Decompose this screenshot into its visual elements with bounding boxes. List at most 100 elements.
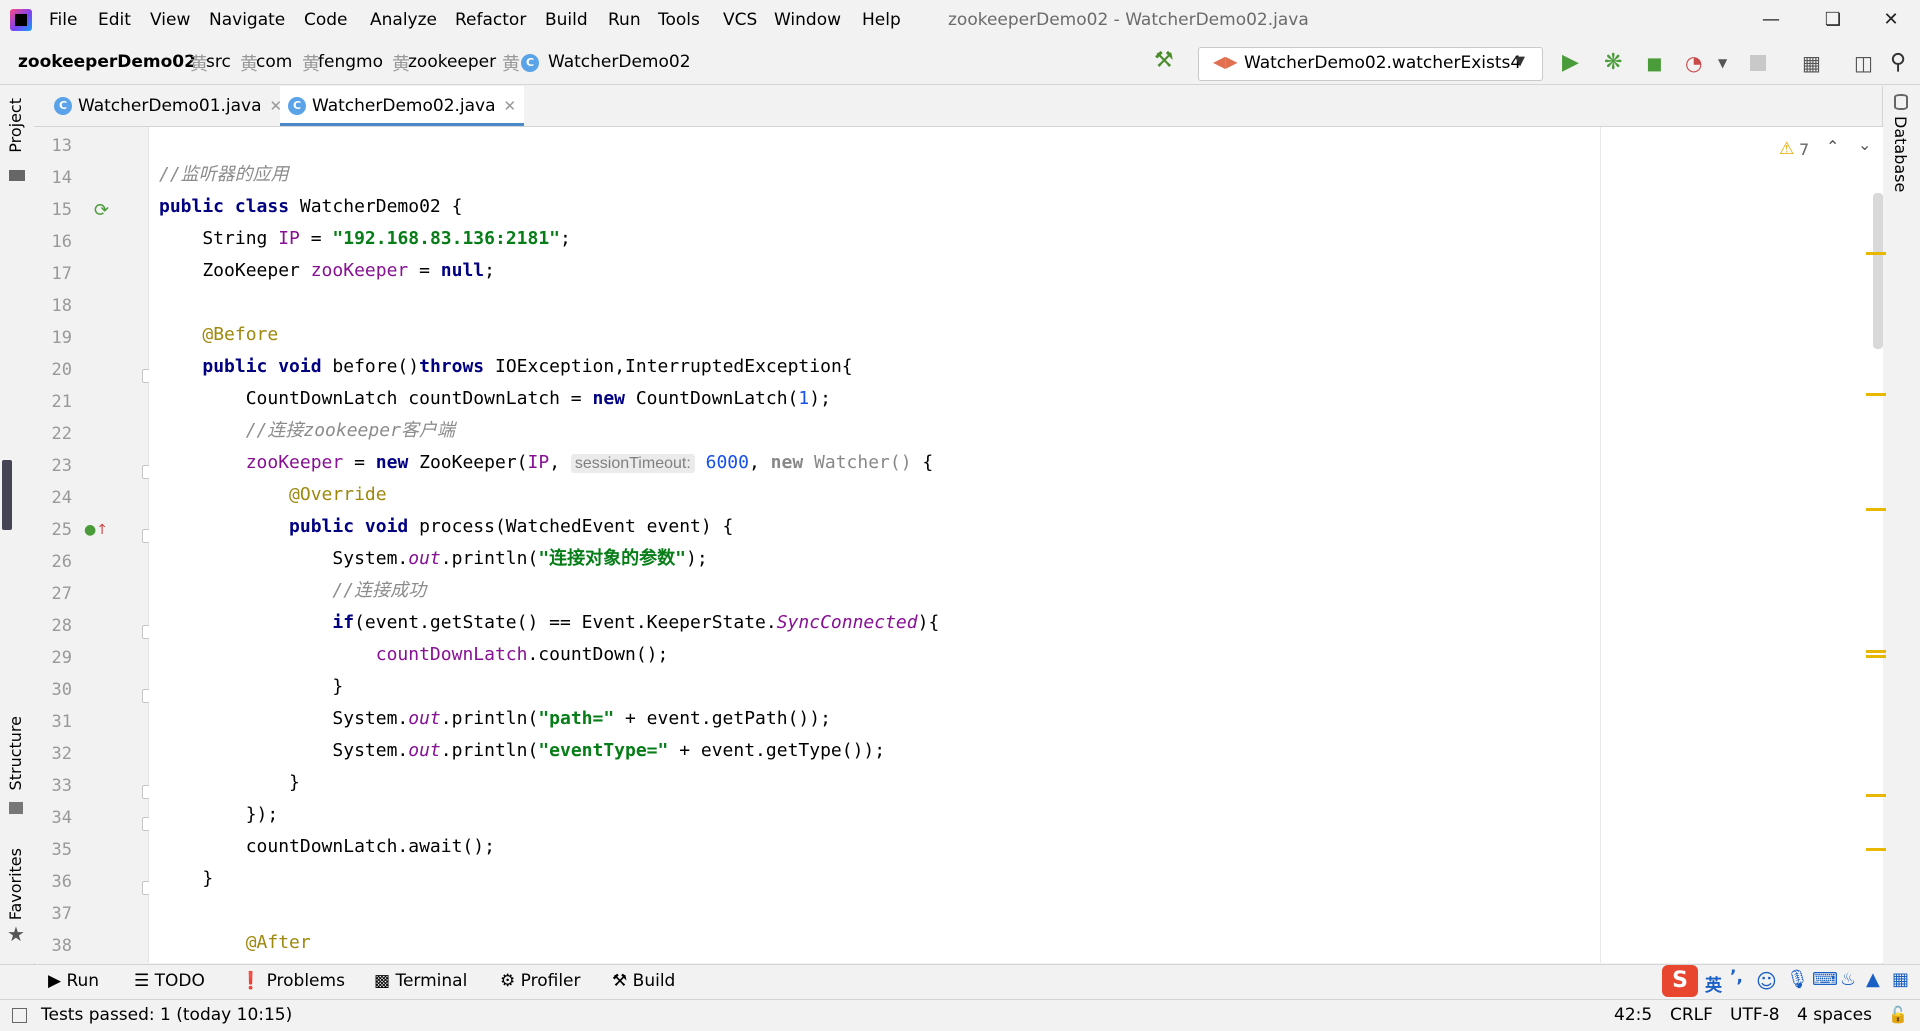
ime-keyboard-icon[interactable]: ⌨: [1812, 969, 1838, 990]
ime-menu-icon[interactable]: ▦: [1892, 969, 1909, 990]
breadcrumb-class[interactable]: WatcherDemo02: [548, 52, 691, 72]
menu-edit[interactable]: Edit: [98, 10, 131, 30]
debug-icon[interactable]: ❋: [1604, 52, 1626, 74]
menu-refactor[interactable]: Refactor: [455, 10, 526, 30]
warning-icon[interactable]: ⚠: [1779, 139, 1794, 159]
caret-position[interactable]: 42:5: [1614, 1005, 1652, 1025]
line-number: 21: [51, 392, 72, 412]
static-field: SyncConnected: [776, 612, 918, 633]
string-literal: "192.168.83.136:2181": [332, 228, 560, 249]
profile-icon[interactable]: ◔: [1685, 52, 1707, 74]
menu-file[interactable]: File: [49, 10, 77, 30]
tool-problems[interactable]: ❗ Problems: [240, 971, 345, 991]
ime-shirt-icon[interactable]: ▲: [1866, 969, 1880, 990]
tool-todo[interactable]: ☰ TODO: [134, 971, 205, 991]
file-encoding[interactable]: UTF-8: [1730, 1005, 1780, 1025]
menu-view[interactable]: View: [150, 10, 190, 30]
ime-voice-icon[interactable]: 🎙: [1786, 969, 1809, 990]
ime-language[interactable]: 英: [1705, 971, 1722, 996]
tab-watcherdemo01[interactable]: C WatcherDemo01.java ✕: [46, 86, 290, 126]
scroll-handle[interactable]: [2, 460, 12, 530]
field: IP: [278, 228, 300, 249]
breadcrumb-src[interactable]: src: [206, 52, 231, 72]
menu-help[interactable]: Help: [862, 10, 901, 30]
tool-structure[interactable]: Structure: [6, 716, 25, 790]
static-field: out: [408, 548, 441, 569]
status-panel-icon[interactable]: [12, 1008, 27, 1023]
line-number: 24: [51, 488, 72, 508]
line-number-gutter: 13 14 15 16 17 18 19 20 21 22 23 24 25 2…: [34, 127, 156, 963]
code-line: }: [159, 676, 344, 697]
restore-icon[interactable]: ❏: [1810, 4, 1856, 36]
class-icon: C: [54, 97, 72, 115]
code-line: ZooKeeper zooKeeper = null;: [159, 260, 495, 281]
warning-count[interactable]: 7: [1799, 140, 1809, 159]
code-line: }: [159, 772, 300, 793]
warning-marker[interactable]: [1866, 252, 1886, 255]
breadcrumb-com[interactable]: com: [256, 52, 292, 72]
warning-marker[interactable]: [1866, 848, 1886, 851]
coverage-icon[interactable]: ◼: [1646, 52, 1668, 74]
breadcrumb-zookeeper[interactable]: zookeeper: [408, 52, 496, 72]
code-line: public void process(WatchedEvent event) …: [289, 516, 734, 537]
tool-project[interactable]: Project: [6, 98, 25, 153]
code-line: @Before: [159, 319, 278, 351]
menu-navigate[interactable]: Navigate: [209, 10, 285, 30]
ime-punctuation-icon[interactable]: ’,: [1730, 967, 1743, 987]
override-gutter-icon[interactable]: ●↑: [84, 522, 108, 538]
warning-marker[interactable]: [1866, 650, 1886, 653]
run-configuration-select[interactable]: ◀▶ WatcherDemo02.watcherExists4 ▼: [1198, 47, 1543, 81]
warning-marker[interactable]: [1866, 508, 1886, 511]
next-highlight-icon[interactable]: ⌄: [1858, 135, 1871, 154]
annotation: @Override: [289, 484, 387, 505]
line-number: 18: [51, 296, 72, 316]
chevron-down-icon[interactable]: ▼: [1718, 52, 1740, 74]
run-icon[interactable]: ▶: [1562, 52, 1584, 74]
tool-favorites[interactable]: Favorites: [6, 848, 25, 920]
code-line: countDownLatch.countDown();: [375, 644, 669, 665]
stop-icon[interactable]: [1750, 55, 1766, 71]
warning-marker[interactable]: [1866, 794, 1886, 797]
previous-highlight-icon[interactable]: ⌃: [1826, 137, 1839, 156]
menu-code[interactable]: Code: [304, 10, 348, 30]
menu-tools[interactable]: Tools: [658, 10, 700, 30]
breadcrumb-project[interactable]: zookeeperDemo02: [18, 52, 196, 72]
build-hammer-icon[interactable]: ⚒: [1154, 48, 1174, 73]
terminal-window-icon[interactable]: ◫: [1854, 52, 1876, 74]
menu-run[interactable]: Run: [608, 10, 641, 30]
tool-build[interactable]: ⚒ Build: [612, 971, 675, 991]
ime-skin-icon[interactable]: ♨: [1840, 969, 1856, 990]
status-bar: Tests passed: 1 (today 10:15) 42:5 CRLF …: [0, 999, 1920, 1031]
indent-setting[interactable]: 4 spaces: [1797, 1005, 1872, 1025]
tool-profiler[interactable]: ⚙ Profiler: [500, 971, 581, 991]
intellij-logo-icon[interactable]: [10, 9, 32, 31]
minimize-icon[interactable]: —: [1748, 4, 1794, 36]
code-editor[interactable]: //监听器的应用 public class WatcherDemo02 { St…: [149, 127, 1600, 963]
menu-vcs[interactable]: VCS: [723, 10, 757, 30]
ime-emoji-icon[interactable]: ☺: [1756, 969, 1777, 993]
database-icon: [1894, 94, 1908, 110]
menu-window[interactable]: Window: [774, 10, 841, 30]
tool-run[interactable]: ▶ Run: [48, 971, 99, 991]
editor-scrollbar[interactable]: [1873, 193, 1883, 349]
search-icon[interactable]: ⚲: [1890, 52, 1912, 74]
tab-watcherdemo02[interactable]: C WatcherDemo02.java ✕: [280, 86, 525, 126]
keyword: public void: [202, 356, 322, 377]
line-separator[interactable]: CRLF: [1670, 1005, 1713, 1025]
menu-analyze[interactable]: Analyze: [370, 10, 437, 30]
lock-icon[interactable]: 🔓: [1888, 1005, 1908, 1024]
status-message[interactable]: Tests passed: 1 (today 10:15): [41, 1005, 292, 1025]
close-window-icon[interactable]: ✕: [1868, 4, 1914, 36]
tool-database[interactable]: Database: [1891, 116, 1910, 192]
ime-logo-icon[interactable]: S: [1662, 965, 1698, 997]
breadcrumb-fengmo[interactable]: fengmo: [318, 52, 383, 72]
project-structure-icon[interactable]: ▦: [1802, 52, 1824, 74]
warning-marker[interactable]: [1866, 655, 1886, 658]
tool-terminal[interactable]: ▩ Terminal: [374, 971, 467, 991]
menu-build[interactable]: Build: [545, 10, 588, 30]
chevron-right-icon: ⻩: [502, 54, 520, 75]
close-tab-icon[interactable]: ✕: [504, 97, 517, 115]
line-number: 36: [51, 872, 72, 892]
run-gutter-icon[interactable]: ⟳: [94, 200, 109, 221]
warning-marker[interactable]: [1866, 393, 1886, 396]
